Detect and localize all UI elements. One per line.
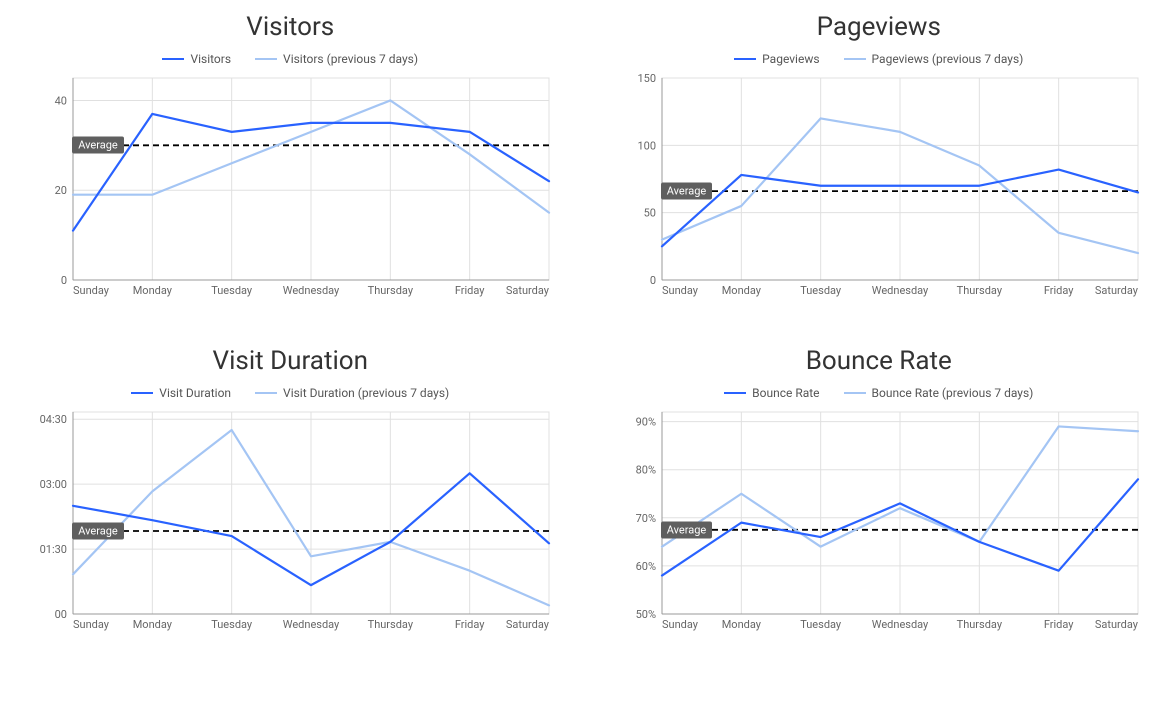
chart-card-bounce-rate: Bounce Rate Bounce Rate Bounce Rate (pre… <box>597 342 1162 636</box>
chart-legend: Visit Duration Visit Duration (previous … <box>131 386 449 400</box>
svg-text:150: 150 <box>637 72 656 85</box>
svg-text:Tuesday: Tuesday <box>211 284 253 297</box>
chart-plot-visitors: 0 20 40 Sunday Monday Tuesday Wednesday Thursda… <box>25 72 555 302</box>
svg-text:Monday: Monday <box>721 618 761 631</box>
svg-text:Thursday: Thursday <box>956 284 1002 297</box>
legend-item-current: Visitors <box>162 52 231 66</box>
legend-item-previous: Pageviews (previous 7 days) <box>844 52 1024 66</box>
svg-text:04:30: 04:30 <box>40 413 67 426</box>
svg-text:Thursday: Thursday <box>368 618 414 631</box>
chart-title: Visit Duration <box>213 346 368 376</box>
chart-card-visitors: Visitors Visitors Visitors (previous 7 d… <box>8 8 573 302</box>
chart-title: Visitors <box>246 12 334 42</box>
chart-plot-bounce-rate: 50% 60% 70% 80% 90% Sunday Monday Tuesday Wednes… <box>614 406 1144 636</box>
svg-text:0: 0 <box>61 274 67 287</box>
svg-text:03:00: 03:00 <box>40 478 67 491</box>
svg-text:Monday: Monday <box>133 284 173 297</box>
chart-plot-visit-duration: 00 01:30 03:00 04:30 Sunday Monday Tuesday Wedn… <box>25 406 555 636</box>
svg-text:Thursday: Thursday <box>956 618 1002 631</box>
legend-label: Visitors <box>190 52 231 66</box>
legend-item-previous: Bounce Rate (previous 7 days) <box>844 386 1034 400</box>
svg-text:Sunday: Sunday <box>73 618 110 631</box>
svg-text:Friday: Friday <box>1044 618 1074 631</box>
chart-legend: Visitors Visitors (previous 7 days) <box>162 52 418 66</box>
legend-swatch-current <box>162 58 184 60</box>
legend-swatch-previous <box>255 58 277 60</box>
svg-text:40: 40 <box>55 94 67 107</box>
legend-swatch-previous <box>844 58 866 60</box>
svg-text:80%: 80% <box>635 464 655 477</box>
svg-text:00: 00 <box>55 608 67 621</box>
legend-label: Pageviews (previous 7 days) <box>872 52 1024 66</box>
svg-text:Wednesday: Wednesday <box>871 284 928 297</box>
svg-text:Friday: Friday <box>455 284 485 297</box>
svg-text:Sunday: Sunday <box>662 284 699 297</box>
svg-text:Sunday: Sunday <box>662 618 699 631</box>
chart-legend: Pageviews Pageviews (previous 7 days) <box>734 52 1023 66</box>
legend-swatch-previous <box>255 392 277 394</box>
svg-text:50%: 50% <box>635 608 655 621</box>
legend-item-current: Bounce Rate <box>724 386 819 400</box>
svg-text:Wednesday: Wednesday <box>283 284 340 297</box>
chart-title: Pageviews <box>817 12 941 42</box>
legend-item-current: Visit Duration <box>131 386 231 400</box>
chart-card-pageviews: Pageviews Pageviews Pageviews (previous … <box>597 8 1162 302</box>
legend-label: Bounce Rate (previous 7 days) <box>872 386 1034 400</box>
svg-text:Saturday: Saturday <box>506 284 550 297</box>
svg-text:20: 20 <box>55 184 67 197</box>
svg-text:90%: 90% <box>635 416 655 429</box>
legend-label: Visit Duration (previous 7 days) <box>283 386 449 400</box>
svg-text:Wednesday: Wednesday <box>871 618 928 631</box>
svg-text:Tuesday: Tuesday <box>800 618 842 631</box>
chart-title: Bounce Rate <box>806 346 952 376</box>
svg-text:Saturday: Saturday <box>1095 618 1139 631</box>
legend-swatch-current <box>131 392 153 394</box>
average-badge: Average <box>72 523 124 540</box>
svg-text:60%: 60% <box>635 560 655 573</box>
svg-text:0: 0 <box>650 274 656 287</box>
legend-swatch-previous <box>844 392 866 394</box>
legend-item-current: Pageviews <box>734 52 819 66</box>
svg-text:Saturday: Saturday <box>506 618 550 631</box>
legend-label: Visitors (previous 7 days) <box>283 52 418 66</box>
svg-text:Tuesday: Tuesday <box>211 618 253 631</box>
legend-label: Bounce Rate <box>752 386 819 400</box>
legend-swatch-current <box>724 392 746 394</box>
average-badge: Average <box>661 183 713 200</box>
legend-item-previous: Visit Duration (previous 7 days) <box>255 386 449 400</box>
svg-text:70%: 70% <box>635 512 655 525</box>
chart-card-visit-duration: Visit Duration Visit Duration Visit Dura… <box>8 342 573 636</box>
legend-swatch-current <box>734 58 756 60</box>
svg-text:50: 50 <box>643 207 655 220</box>
chart-plot-pageviews: 0 50 100 150 Sunday Monday Tuesday Wednesday Thu… <box>614 72 1144 302</box>
dashboard-grid: Visitors Visitors Visitors (previous 7 d… <box>8 8 1161 636</box>
svg-text:Friday: Friday <box>1044 284 1074 297</box>
average-badge: Average <box>72 137 124 154</box>
svg-text:Sunday: Sunday <box>73 284 110 297</box>
legend-label: Pageviews <box>762 52 819 66</box>
svg-text:Monday: Monday <box>133 618 173 631</box>
svg-text:01:30: 01:30 <box>40 543 67 556</box>
svg-text:100: 100 <box>637 139 656 152</box>
chart-legend: Bounce Rate Bounce Rate (previous 7 days… <box>724 386 1033 400</box>
average-badge: Average <box>661 521 713 538</box>
svg-text:Friday: Friday <box>455 618 485 631</box>
legend-item-previous: Visitors (previous 7 days) <box>255 52 418 66</box>
svg-text:Tuesday: Tuesday <box>800 284 842 297</box>
legend-label: Visit Duration <box>159 386 231 400</box>
svg-text:Thursday: Thursday <box>368 284 414 297</box>
svg-text:Wednesday: Wednesday <box>283 618 340 631</box>
svg-text:Monday: Monday <box>721 284 761 297</box>
svg-text:Saturday: Saturday <box>1095 284 1139 297</box>
